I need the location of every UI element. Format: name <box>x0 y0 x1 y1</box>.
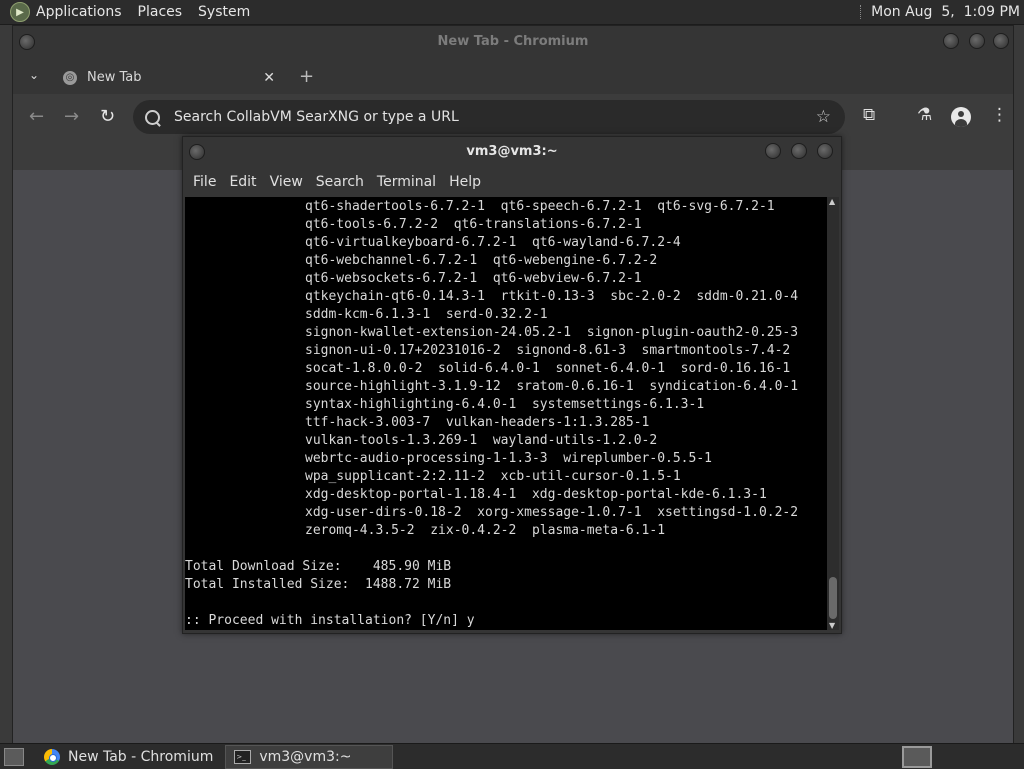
new-tab-plus-icon[interactable]: + <box>299 66 314 87</box>
distro-logo-icon[interactable]: ▶ <box>10 2 30 22</box>
terminal-screen[interactable]: qt6-shadertools-6.7.2-1 qt6-speech-6.7.2… <box>185 197 827 630</box>
package-line: socat-1.8.0.0-2 solid-6.4.0-1 sonnet-6.4… <box>305 361 791 376</box>
terminal-scrollbar[interactable]: ▲ ▼ <box>827 197 839 630</box>
package-line: signon-kwallet-extension-24.05.2-1 signo… <box>305 325 799 340</box>
kebab-menu-icon[interactable]: ⋮ <box>991 105 1008 125</box>
taskbar-item-terminal[interactable]: >_ vm3@vm3:~ <box>225 744 394 769</box>
extensions-puzzle-icon[interactable]: ⧉ <box>863 105 875 125</box>
terminal-icon: >_ <box>234 749 252 764</box>
package-line: ttf-hack-3.003-7 vulkan-headers-1:1.3.28… <box>305 415 650 430</box>
menu-applications[interactable]: Applications <box>36 4 122 20</box>
package-line: wpa_supplicant-2:2.11-2 xcb-util-cursor-… <box>305 469 681 484</box>
labs-flask-icon[interactable]: ⚗ <box>917 105 932 125</box>
chromium-icon <box>44 748 60 765</box>
taskbar-item-label: vm3@vm3:~ <box>259 748 352 765</box>
package-list: qt6-shadertools-6.7.2-1 qt6-speech-6.7.2… <box>185 198 827 540</box>
terminal-output: qt6-shadertools-6.7.2-1 qt6-speech-6.7.2… <box>185 197 827 630</box>
workspace-switcher[interactable] <box>902 745 932 768</box>
taskbar-item-chromium[interactable]: New Tab - Chromium <box>36 746 221 768</box>
tab-label: New Tab <box>87 70 142 85</box>
menu-system[interactable]: System <box>198 4 250 20</box>
omnibox-placeholder[interactable]: Search CollabVM SearXNG or type a URL <box>174 109 816 125</box>
clock[interactable]: Mon Aug 5, 1:09 PM <box>871 4 1020 20</box>
panel-separator <box>860 5 863 19</box>
package-line: signon-ui-0.17+20231016-2 signond-8.61-3… <box>305 343 791 358</box>
package-line: qt6-shadertools-6.7.2-1 qt6-speech-6.7.2… <box>305 199 775 214</box>
scrollbar-thumb[interactable] <box>829 577 837 619</box>
browser-toolbar: ← → ↻ Search CollabVM SearXNG or type a … <box>13 94 1013 140</box>
terminal-window: vm3@vm3:~ File Edit View Search Terminal… <box>182 136 842 634</box>
terminal-close-button[interactable] <box>817 143 833 159</box>
prompt-line: :: Proceed with installation? [Y/n] y <box>185 613 475 628</box>
bookmark-star-icon[interactable]: ☆ <box>816 107 831 127</box>
globe-icon: ◎ <box>63 70 77 85</box>
browser-window-title: New Tab - Chromium <box>437 34 589 49</box>
scroll-up-arrow-icon[interactable]: ▲ <box>829 197 835 206</box>
menu-places[interactable]: Places <box>138 4 183 20</box>
download-size-line: Total Download Size: 485.90 MiB <box>185 559 452 574</box>
package-line: qt6-virtualkeyboard-6.7.2-1 qt6-wayland-… <box>305 235 681 250</box>
package-line: syntax-highlighting-6.4.0-1 systemsettin… <box>305 397 705 412</box>
terminal-menu-edit[interactable]: Edit <box>229 174 256 190</box>
terminal-menu-terminal[interactable]: Terminal <box>377 174 436 190</box>
package-line: qtkeychain-qt6-0.14.3-1 rtkit-0.13-3 sbc… <box>305 289 799 304</box>
maximize-button[interactable] <box>969 33 985 49</box>
package-line: webrtc-audio-processing-1-1.3-3 wireplum… <box>305 451 712 466</box>
show-desktop-icon[interactable] <box>4 747 24 766</box>
installed-size-line: Total Installed Size: 1488.72 MiB <box>185 577 452 592</box>
tab-new-tab[interactable]: ◎ New Tab ✕ <box>53 61 285 94</box>
package-line: source-highlight-3.1.9-12 sratom-0.6.16-… <box>305 379 799 394</box>
reload-icon[interactable]: ↻ <box>100 106 115 127</box>
taskbar-item-label: New Tab - Chromium <box>68 748 214 765</box>
terminal-maximize-button[interactable] <box>791 143 807 159</box>
tab-strip: ⌄ ◎ New Tab ✕ + <box>13 59 1013 94</box>
tab-search-chevron-icon[interactable]: ⌄ <box>29 68 39 82</box>
package-line: vulkan-tools-1.3.269-1 wayland-utils-1.2… <box>305 433 658 448</box>
browser-titlebar[interactable]: New Tab - Chromium <box>13 26 1013 59</box>
omnibox[interactable]: Search CollabVM SearXNG or type a URL ☆ <box>133 100 845 134</box>
back-arrow-icon[interactable]: ← <box>29 106 44 127</box>
forward-arrow-icon[interactable]: → <box>64 106 79 127</box>
terminal-menubar: File Edit View Search Terminal Help <box>183 167 841 197</box>
search-icon <box>145 109 160 125</box>
terminal-menu-file[interactable]: File <box>193 174 216 190</box>
minimize-button[interactable] <box>943 33 959 49</box>
close-button[interactable] <box>993 33 1009 49</box>
top-panel: ▶ Applications Places System Mon Aug 5, … <box>0 0 1024 25</box>
bottom-panel: New Tab - Chromium >_ vm3@vm3:~ <box>0 743 1024 769</box>
terminal-menu-search[interactable]: Search <box>316 174 364 190</box>
terminal-titlebar[interactable]: vm3@vm3:~ <box>183 137 841 167</box>
package-line: xdg-user-dirs-0.18-2 xorg-xmessage-1.0.7… <box>305 505 799 520</box>
package-line: sddm-kcm-6.1.3-1 serd-0.32.2-1 <box>305 307 548 322</box>
scroll-down-arrow-icon[interactable]: ▼ <box>829 621 835 630</box>
package-line: qt6-webchannel-6.7.2-1 qt6-webengine-6.7… <box>305 253 658 268</box>
terminal-minimize-button[interactable] <box>765 143 781 159</box>
package-line: qt6-websockets-6.7.2-1 qt6-webview-6.7.2… <box>305 271 642 286</box>
terminal-menu-help[interactable]: Help <box>449 174 481 190</box>
close-tab-icon[interactable]: ✕ <box>263 70 275 86</box>
package-line: qt6-tools-6.7.2-2 qt6-translations-6.7.2… <box>305 217 642 232</box>
terminal-window-title: vm3@vm3:~ <box>466 144 558 159</box>
package-line: zeromq-4.3.5-2 zix-0.4.2-2 plasma-meta-6… <box>305 523 666 538</box>
package-line: xdg-desktop-portal-1.18.4-1 xdg-desktop-… <box>305 487 767 502</box>
terminal-menu-view[interactable]: View <box>270 174 303 190</box>
profile-avatar-icon[interactable] <box>951 107 971 127</box>
